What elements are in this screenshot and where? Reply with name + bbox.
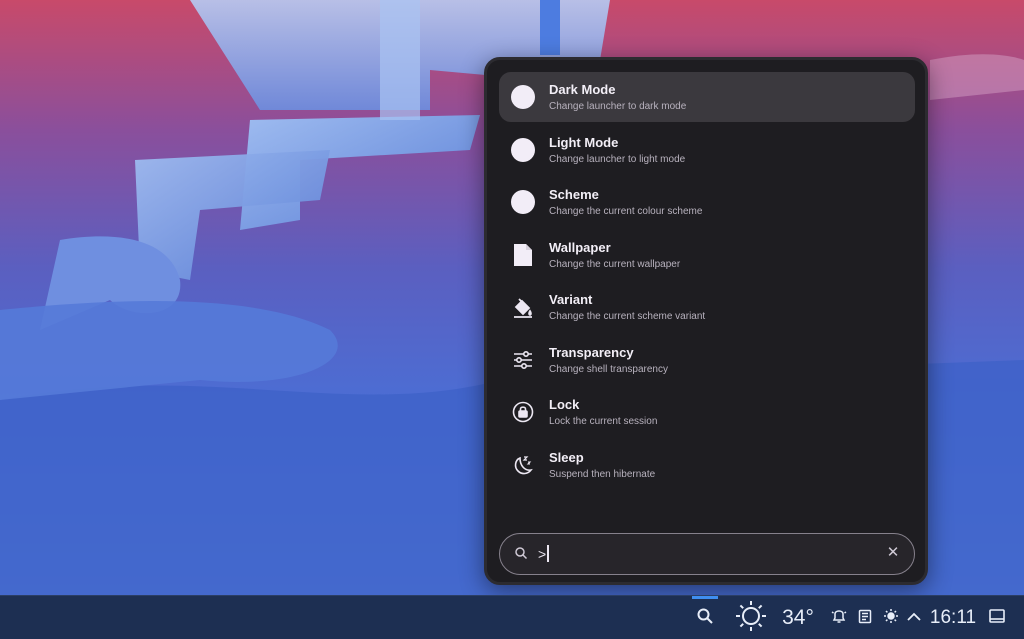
- launcher-search-bar[interactable]: > ✕: [499, 533, 915, 575]
- result-title: Transparency: [549, 344, 634, 360]
- close-icon[interactable]: ✕: [884, 544, 902, 562]
- clipboard-button[interactable]: [854, 596, 876, 639]
- result-title: Variant: [549, 292, 593, 307]
- bell-icon: [831, 608, 847, 629]
- text-caret: [547, 545, 549, 562]
- result-transparency[interactable]: Transparency Change shell transparency: [499, 335, 915, 385]
- sun-icon: [734, 599, 768, 638]
- clock[interactable]: 16:11: [928, 596, 978, 639]
- search-input[interactable]: >: [538, 545, 549, 563]
- result-description: Change launcher to dark mode: [549, 101, 687, 112]
- paint-bucket-icon: [511, 295, 535, 319]
- chevron-up-icon: [907, 609, 921, 627]
- taskbar: 34° 16:11: [0, 595, 1024, 639]
- lock-icon: [511, 400, 535, 424]
- result-lock[interactable]: Lock Lock the current session: [499, 387, 915, 437]
- result-dark-mode[interactable]: Dark Mode Change launcher to dark mode: [499, 72, 915, 122]
- notifications-button[interactable]: [828, 596, 850, 639]
- weather-widget[interactable]: [732, 596, 770, 639]
- desktop-icon: [989, 608, 1005, 628]
- result-title: Lock: [549, 397, 580, 412]
- show-desktop-button[interactable]: [986, 596, 1008, 639]
- circle-icon: [511, 190, 535, 214]
- result-description: Change the current colour scheme: [549, 206, 703, 217]
- sliders-icon: [511, 348, 535, 372]
- search-icon: [696, 607, 714, 630]
- result-title: Sleep: [549, 449, 584, 465]
- result-description: Change the current wallpaper: [549, 258, 681, 270]
- result-title: Wallpaper: [549, 239, 611, 255]
- result-variant[interactable]: Variant Change the current scheme varian…: [499, 282, 915, 332]
- search-icon: [514, 546, 528, 560]
- result-sleep[interactable]: Sleep Suspend then hibernate: [499, 440, 915, 490]
- clipboard-icon: [858, 608, 872, 629]
- file-icon: [511, 243, 535, 267]
- result-description: Change launcher to light mode: [549, 153, 686, 165]
- system-tray-toggle[interactable]: [904, 596, 924, 639]
- result-scheme[interactable]: Scheme Change the current colour scheme: [499, 177, 915, 227]
- result-description: Suspend then hibernate: [549, 468, 656, 480]
- result-title: Light Mode: [549, 134, 619, 150]
- taskbar-search-button[interactable]: [690, 596, 720, 639]
- result-description: Change the current scheme variant: [549, 311, 706, 322]
- active-indicator: [692, 596, 718, 599]
- result-description: Change shell transparency: [549, 363, 668, 375]
- result-light-mode[interactable]: Light Mode Change launcher to light mode: [499, 125, 915, 175]
- moon-sleep-icon: [511, 453, 535, 477]
- circle-icon: [511, 137, 535, 162]
- results-list: Dark Mode Change launcher to dark mode L…: [499, 72, 915, 492]
- result-title: Scheme: [549, 187, 599, 202]
- circle-icon: [511, 85, 535, 109]
- result-title: Dark Mode: [549, 82, 616, 97]
- result-wallpaper[interactable]: Wallpaper Change the current wallpaper: [499, 230, 915, 280]
- app-launcher: Dark Mode Change launcher to dark mode L…: [484, 57, 928, 585]
- brightness-icon: [883, 608, 899, 629]
- result-description: Lock the current session: [549, 416, 658, 427]
- temperature-label[interactable]: 34°: [778, 596, 818, 639]
- brightness-button[interactable]: [880, 596, 902, 639]
